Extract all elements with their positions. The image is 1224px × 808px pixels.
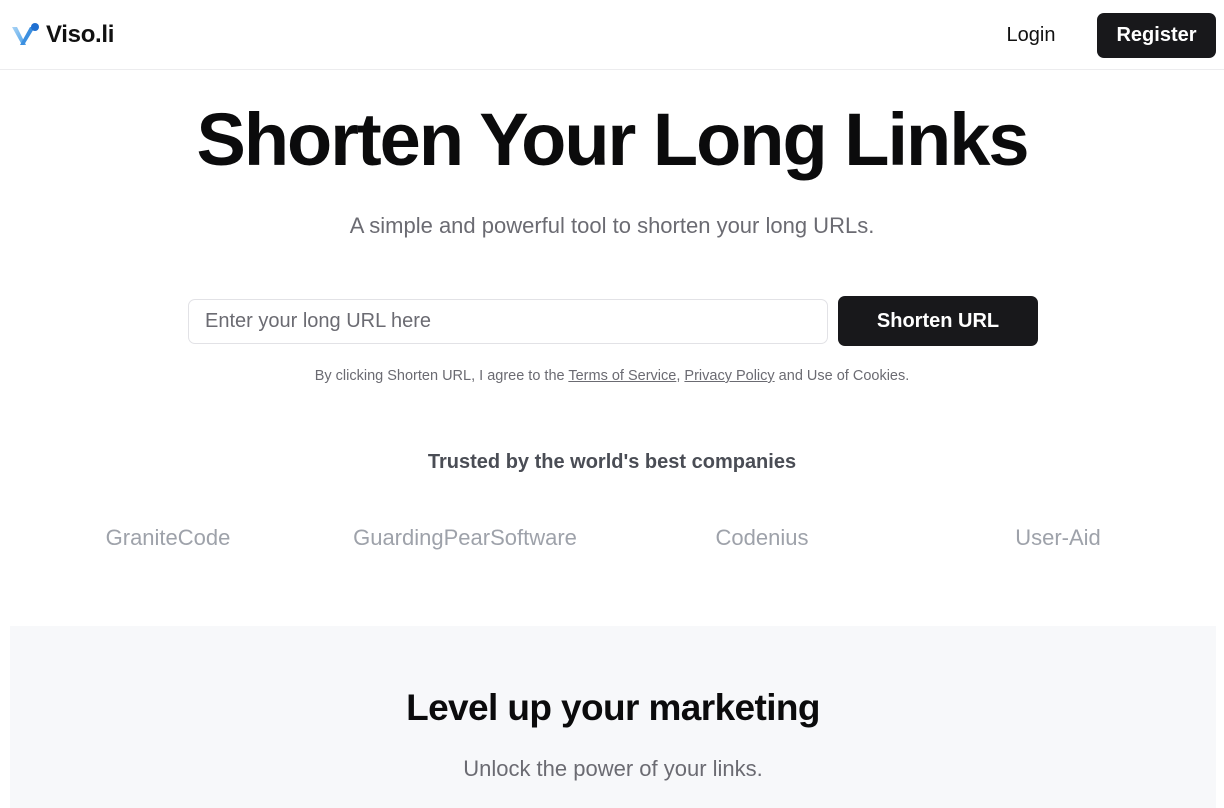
trusted-heading: Trusted by the world's best companies — [427, 451, 797, 473]
marketing-section: Level up your marketing Unlock the power… — [10, 626, 1216, 808]
company-logos: GraniteCode GuardingPearSoftware Codeniu… — [0, 522, 1224, 554]
long-url-input[interactable] — [188, 299, 828, 344]
marketing-title: Level up your marketing — [406, 687, 820, 728]
hero-subtitle: A simple and powerful tool to shorten yo… — [349, 213, 875, 238]
marketing-subtitle: Unlock the power of your links. — [463, 756, 763, 781]
login-link[interactable]: Login — [990, 18, 1072, 52]
legal-notice: By clicking Shorten URL, I agree to the … — [0, 366, 1224, 386]
brand-logo[interactable]: Viso.li — [10, 18, 114, 52]
company-logo: User-Aid — [1015, 525, 1101, 550]
company-logo: Codenius — [715, 525, 809, 550]
register-button[interactable]: Register — [1097, 13, 1216, 58]
privacy-policy-link[interactable]: Privacy Policy — [684, 368, 774, 384]
brand-name: Viso.li — [46, 21, 115, 48]
company-logo: GraniteCode — [105, 525, 231, 550]
shorten-url-button[interactable]: Shorten URL — [838, 296, 1038, 346]
v-logo-icon — [10, 21, 40, 49]
hero-title: Shorten Your Long Links — [196, 98, 1029, 181]
site-header: Viso.li Login Register — [0, 0, 1224, 70]
legal-suffix: and Use of Cookies. — [774, 368, 910, 384]
legal-prefix: By clicking Shorten URL, I agree to the — [314, 368, 569, 384]
terms-of-service-link[interactable]: Terms of Service — [568, 368, 676, 384]
company-logo: GuardingPearSoftware — [353, 525, 577, 550]
